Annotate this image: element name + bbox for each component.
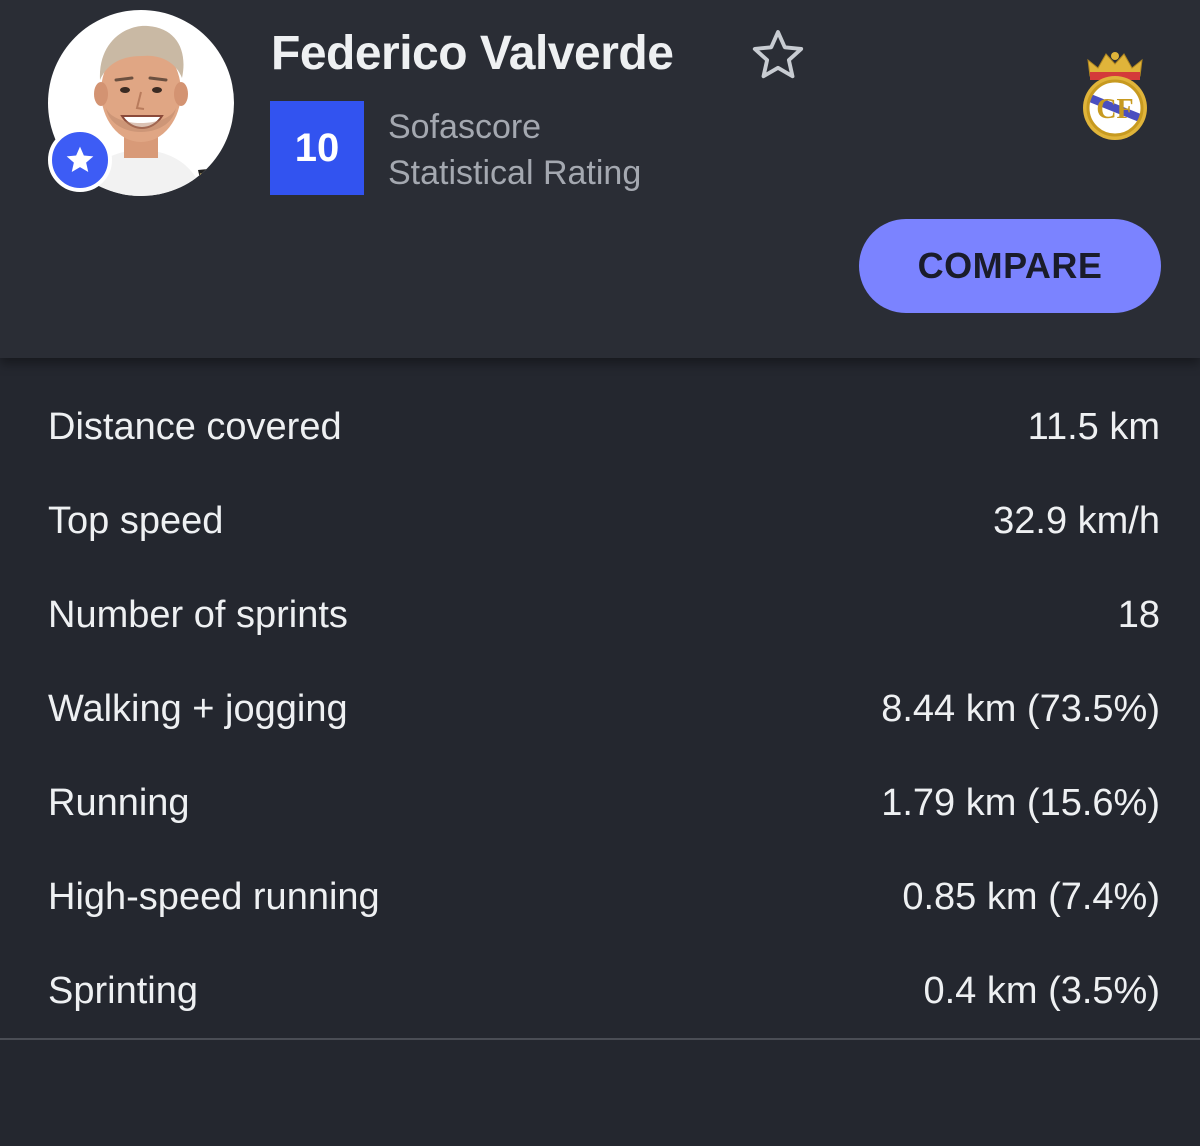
rating-badge: 10 [270, 101, 364, 195]
player-header: Federico Valverde 10 Sofascore Statistic… [0, 0, 1200, 358]
stat-label: Running [48, 782, 190, 824]
stat-value: 0.85 km (7.4%) [902, 876, 1160, 918]
stat-value: 32.9 km/h [993, 500, 1160, 542]
svg-text:CF: CF [1096, 94, 1133, 125]
stat-row: Distance covered 11.5 km [0, 380, 1200, 474]
stat-row: Number of sprints 18 [0, 568, 1200, 662]
club-crest-icon[interactable]: CF [1076, 46, 1154, 144]
stat-label: Distance covered [48, 406, 342, 448]
stat-row: Running 1.79 km (15.6%) [0, 756, 1200, 850]
stat-value: 18 [1117, 594, 1160, 636]
stat-label: Sprinting [48, 970, 198, 1012]
rating-label-line1: Sofascore [388, 108, 542, 146]
stat-row: High-speed running 0.85 km (7.4%) [0, 850, 1200, 944]
stats-list: Distance covered 11.5 km Top speed 32.9 km/… [0, 380, 1200, 1038]
stat-value: 0.4 km (3.5%) [923, 970, 1160, 1012]
stat-label: Walking + jogging [48, 688, 348, 730]
stat-row: Walking + jogging 8.44 km (73.5%) [0, 662, 1200, 756]
stat-label: High-speed running [48, 876, 380, 918]
stat-label: Number of sprints [48, 594, 348, 636]
stat-value: 11.5 km [1027, 406, 1160, 448]
stat-label: Top speed [48, 500, 224, 542]
rating-label-line2: Statistical Rating [388, 154, 642, 192]
compare-button[interactable]: COMPARE [859, 219, 1161, 313]
stat-row: Top speed 32.9 km/h [0, 474, 1200, 568]
stat-value: 1.79 km (15.6%) [881, 782, 1160, 824]
player-avatar-wrapper[interactable] [48, 10, 234, 196]
star-badge-icon [48, 128, 112, 192]
stat-row: Sprinting 0.4 km (3.5%) [0, 944, 1200, 1038]
divider [0, 1038, 1200, 1040]
player-name: Federico Valverde [271, 27, 674, 80]
stat-value: 8.44 km (73.5%) [881, 688, 1160, 730]
star-outline-icon[interactable] [748, 26, 808, 84]
rating-label: Sofascore Statistical Rating [388, 104, 641, 196]
